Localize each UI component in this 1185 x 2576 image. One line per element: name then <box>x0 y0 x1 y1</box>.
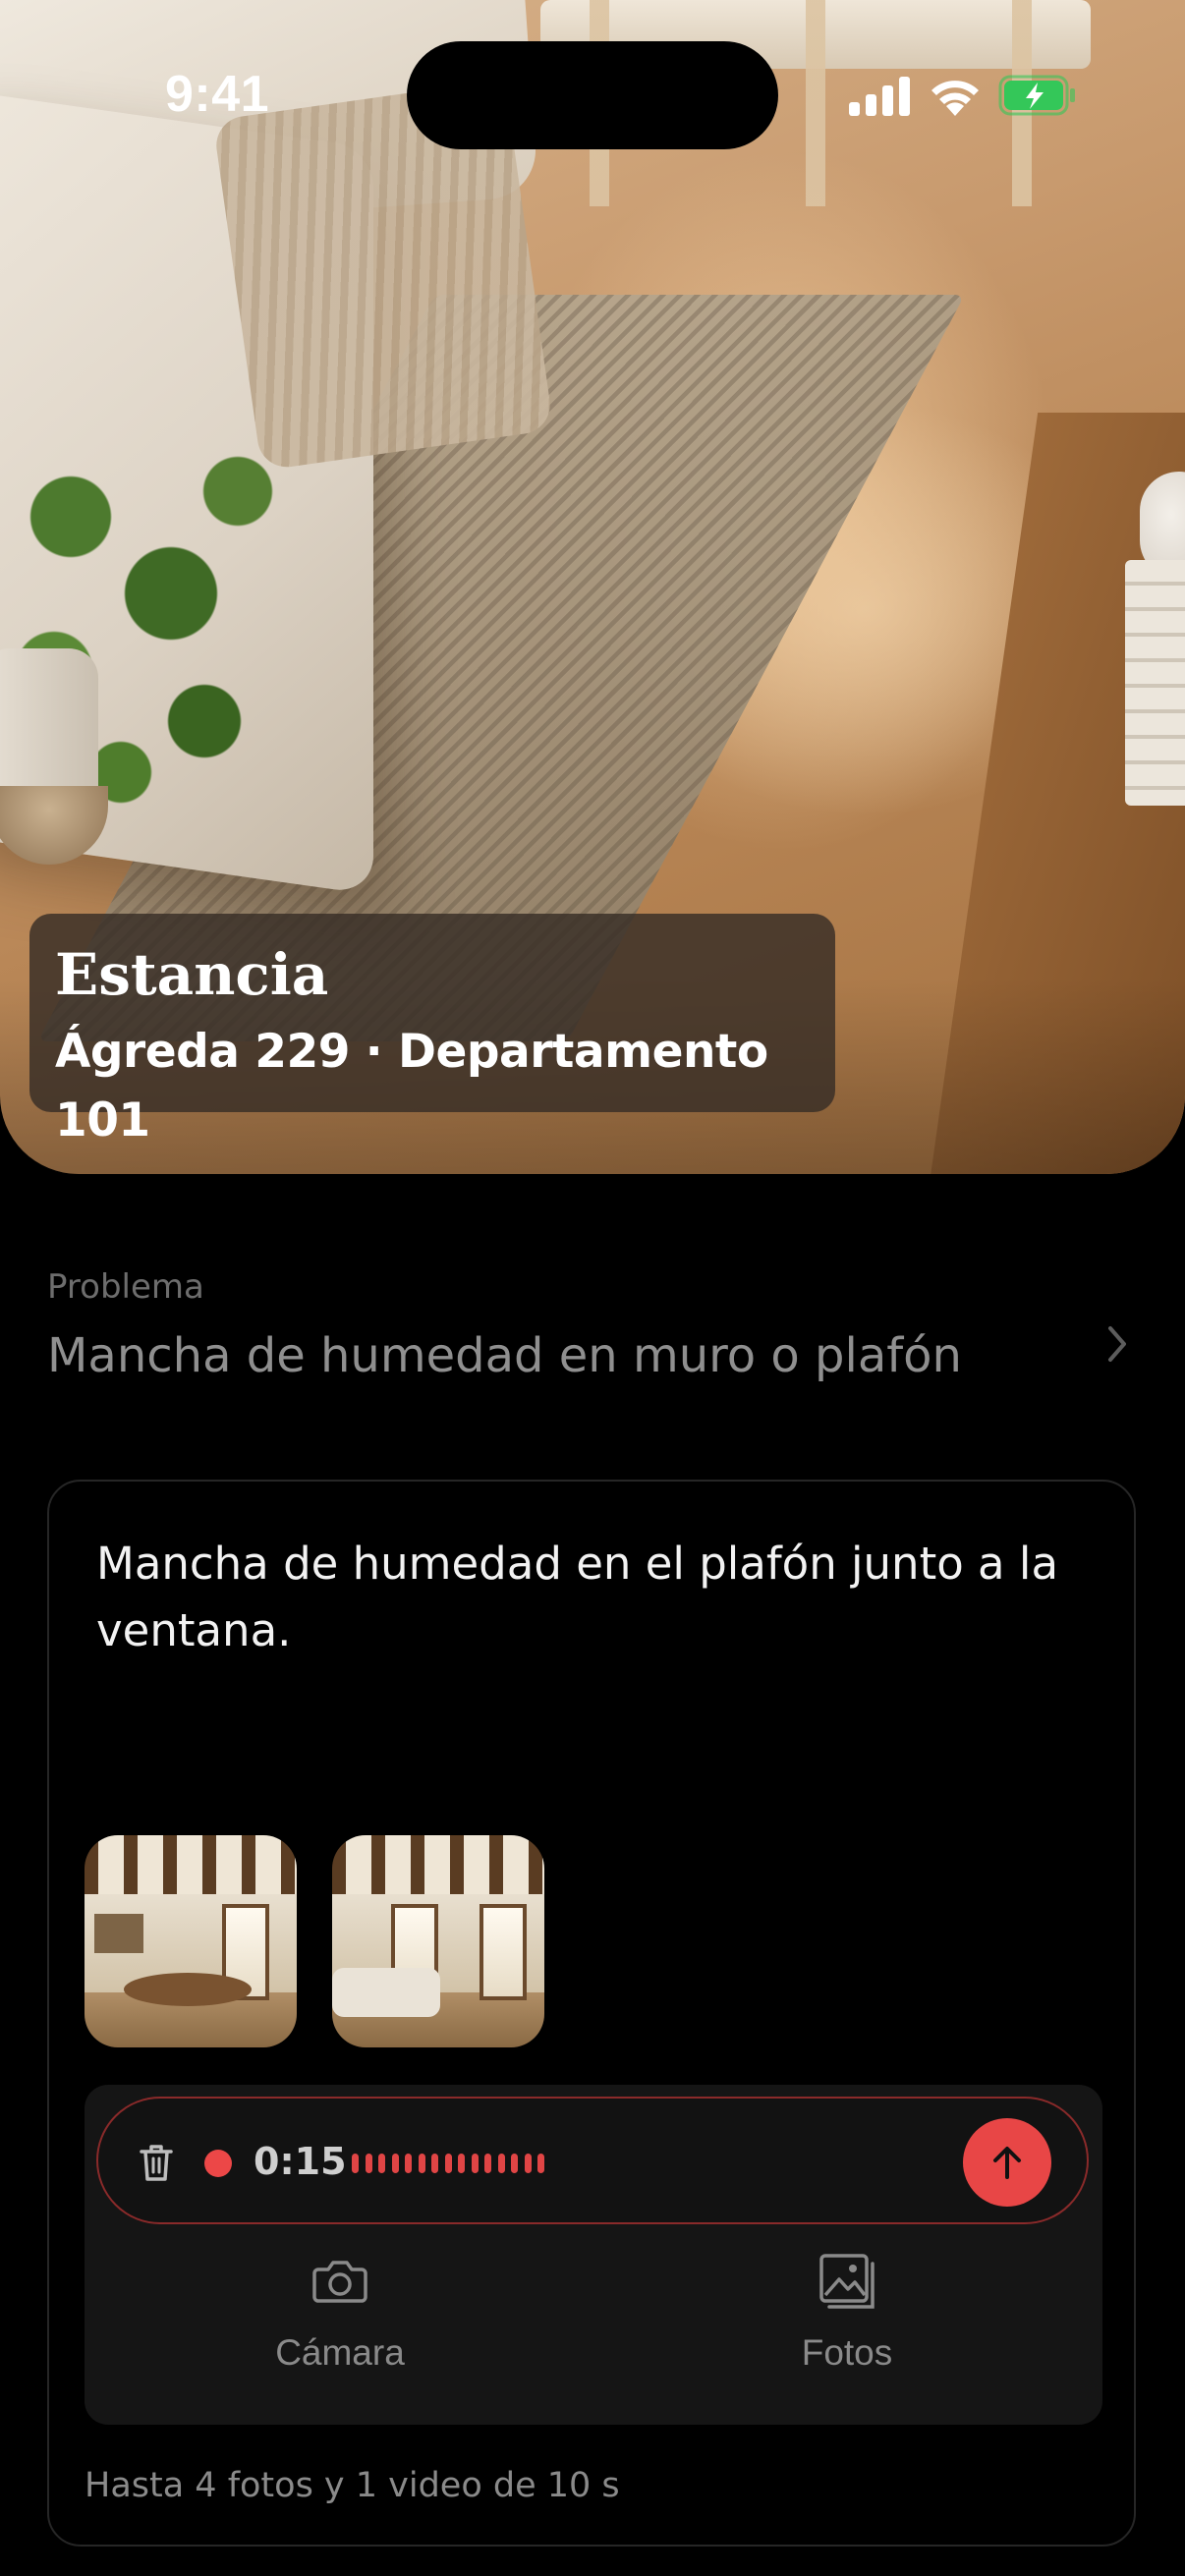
waveform-bar <box>497 2154 505 2173</box>
description-text[interactable]: Mancha de humedad en el plafón junto a l… <box>96 1531 1079 1664</box>
photos-button[interactable]: Fotos <box>601 2242 1093 2409</box>
waveform-bar <box>418 2154 425 2173</box>
trash-icon[interactable] <box>138 2142 175 2183</box>
camera-label: Cámara <box>275 2332 405 2373</box>
waveform-bar <box>484 2154 491 2173</box>
room-name: Estancia <box>55 941 329 1008</box>
screen: Estancia Ágreda 229 · Departamento 101 9… <box>0 0 1185 2576</box>
waveform-bar <box>524 2154 532 2173</box>
wifi-icon <box>931 81 979 116</box>
dynamic-island <box>407 41 778 149</box>
waveform-bar <box>444 2154 452 2173</box>
waveform-bar <box>537 2154 544 2173</box>
report-card: Mancha de humedad en el plafón junto a l… <box>47 1480 1136 2547</box>
waveform-bar <box>391 2154 399 2173</box>
photos-label: Fotos <box>801 2332 893 2373</box>
waveform-bar <box>352 2154 359 2173</box>
chevron-right-icon <box>1108 1326 1126 1362</box>
recording-time: 0:15 <box>254 2140 347 2183</box>
cellular-signal-icon <box>849 77 910 116</box>
status-time: 9:41 <box>165 66 270 123</box>
arrow-up-icon <box>993 2147 1021 2179</box>
waveform-bar <box>471 2154 479 2173</box>
waveform-bar <box>405 2154 412 2173</box>
media-limits-hint: Hasta 4 fotos y 1 video de 10 s <box>85 2466 620 2505</box>
waveform-bar <box>431 2154 438 2173</box>
problem-value: Mancha de humedad en muro o plafón <box>47 1328 962 1383</box>
problem-label: Problema <box>47 1267 204 1307</box>
photo-thumbnail-living-room[interactable] <box>332 1835 544 2047</box>
location-card: Estancia Ágreda 229 · Departamento 101 <box>29 914 835 1148</box>
camera-button[interactable]: Cámara <box>94 2242 586 2409</box>
problem-selector[interactable]: Problema Mancha de humedad en muro o pla… <box>47 1267 1138 1415</box>
waveform-bar <box>511 2154 518 2173</box>
photo-thumbnail-dining-room[interactable] <box>85 1835 297 2047</box>
status-bar: 9:41 <box>0 0 1185 187</box>
media-composer: 0:15 Cámara Fotos <box>85 2085 1102 2425</box>
recording-indicator <box>204 2150 232 2177</box>
send-button[interactable] <box>963 2118 1051 2207</box>
audio-recorder: 0:15 <box>96 2097 1089 2224</box>
camera-icon <box>312 2261 367 2303</box>
photos-icon <box>819 2254 875 2309</box>
waveform-bar <box>458 2154 465 2173</box>
battery-charging-icon <box>998 75 1075 116</box>
waveform-bar <box>378 2154 385 2173</box>
property-name: Ágreda 229 · Departamento 101 <box>55 1025 768 1148</box>
waveform-bar <box>365 2154 372 2173</box>
